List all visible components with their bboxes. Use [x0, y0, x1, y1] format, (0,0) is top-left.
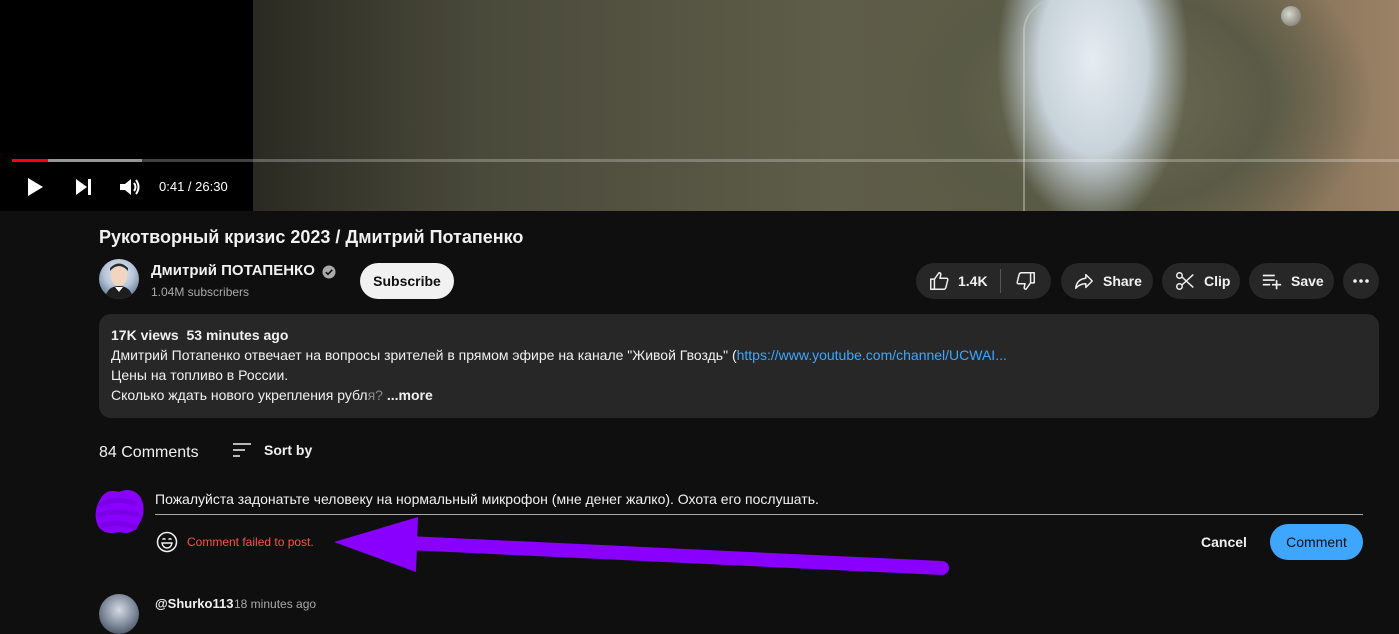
clip-label: Clip	[1204, 273, 1231, 289]
more-horizontal-icon	[1353, 279, 1369, 283]
channel-avatar[interactable]	[99, 259, 139, 299]
annotation-arrow-icon	[334, 517, 949, 575]
sort-label: Sort by	[264, 442, 313, 458]
comment-submit-button[interactable]: Comment	[1270, 524, 1363, 560]
video-frame[interactable]	[253, 0, 1399, 211]
description-line: Дмитрий Потапенко отвечает на вопросы зр…	[111, 347, 1007, 363]
channel-name[interactable]: Дмитрий ПОТАПЕНКО	[151, 262, 315, 279]
like-count: 1.4K	[958, 273, 988, 289]
dislike-button[interactable]	[1001, 270, 1051, 292]
description-link[interactable]: https://www.youtube.com/channel/UCWAI...	[737, 347, 1007, 363]
redacted-avatar	[95, 490, 144, 534]
play-icon	[28, 178, 43, 196]
description-text: Дмитрий Потапенко отвечает на вопросы зр…	[111, 347, 737, 363]
description-box[interactable]: 17K views 53 minutes ago Дмитрий Потапен…	[99, 314, 1379, 418]
comment-author[interactable]: @Shurko113	[155, 596, 233, 611]
volume-icon	[120, 179, 140, 195]
video-title: Рукотворный кризис 2023 / Дмитрий Потапе…	[99, 227, 524, 247]
progress-bar[interactable]	[12, 159, 1399, 162]
comments-count: 84 Comments	[99, 444, 199, 461]
share-icon	[1075, 273, 1093, 290]
sort-icon	[233, 443, 251, 457]
video-player[interactable]: 0:41 / 26:30	[0, 0, 1399, 211]
scissors-icon	[1176, 272, 1194, 290]
sort-by-button[interactable]: Sort by	[232, 441, 312, 459]
volume-button[interactable]	[116, 174, 144, 200]
avatar-portrait-icon	[105, 263, 133, 299]
time-display: 0:41 / 26:30	[159, 179, 228, 194]
like-button[interactable]: 1.4K	[916, 270, 1000, 292]
share-label: Share	[1103, 273, 1142, 289]
skip-next-icon	[76, 179, 91, 195]
progress-played	[12, 159, 49, 162]
more-actions-button[interactable]	[1343, 263, 1379, 299]
video-frame-detail	[1281, 6, 1301, 26]
emoji-icon[interactable]	[155, 530, 179, 554]
subscriber-count: 1.04M subscribers	[151, 285, 250, 299]
verified-icon	[322, 265, 336, 284]
description-line: Цены на топливо в России.	[111, 367, 289, 383]
description-text: Сколько ждать нового укрепления рубл	[111, 387, 368, 403]
subscribe-button[interactable]: Subscribe	[360, 263, 454, 299]
save-button[interactable]: Save	[1249, 263, 1334, 299]
video-frame-detail	[1023, 0, 1055, 211]
next-button[interactable]	[70, 174, 96, 200]
comment-timestamp[interactable]: 18 minutes ago	[234, 597, 316, 611]
clip-button[interactable]: Clip	[1162, 263, 1240, 299]
description-line: Сколько ждать нового укрепления рубля? .…	[111, 387, 433, 403]
show-more-link[interactable]: ...more	[383, 387, 433, 403]
comment-error-message: Comment failed to post.	[187, 535, 314, 549]
comment-draft-input[interactable]: Пожалуйста задонатьте человеку на нормал…	[155, 491, 819, 507]
cancel-button[interactable]: Cancel	[1185, 524, 1263, 560]
view-count-date: 17K views 53 minutes ago	[111, 327, 289, 343]
play-button[interactable]	[22, 174, 48, 200]
like-dislike-group: 1.4K	[916, 263, 1051, 299]
share-button[interactable]: Share	[1061, 263, 1153, 299]
thumbs-down-icon	[1016, 272, 1035, 290]
playlist-add-icon	[1262, 274, 1282, 290]
thumbs-up-icon	[930, 272, 949, 290]
description-fade-text: я?	[367, 387, 383, 403]
save-label: Save	[1291, 273, 1324, 289]
commenter-avatar[interactable]	[99, 594, 139, 634]
